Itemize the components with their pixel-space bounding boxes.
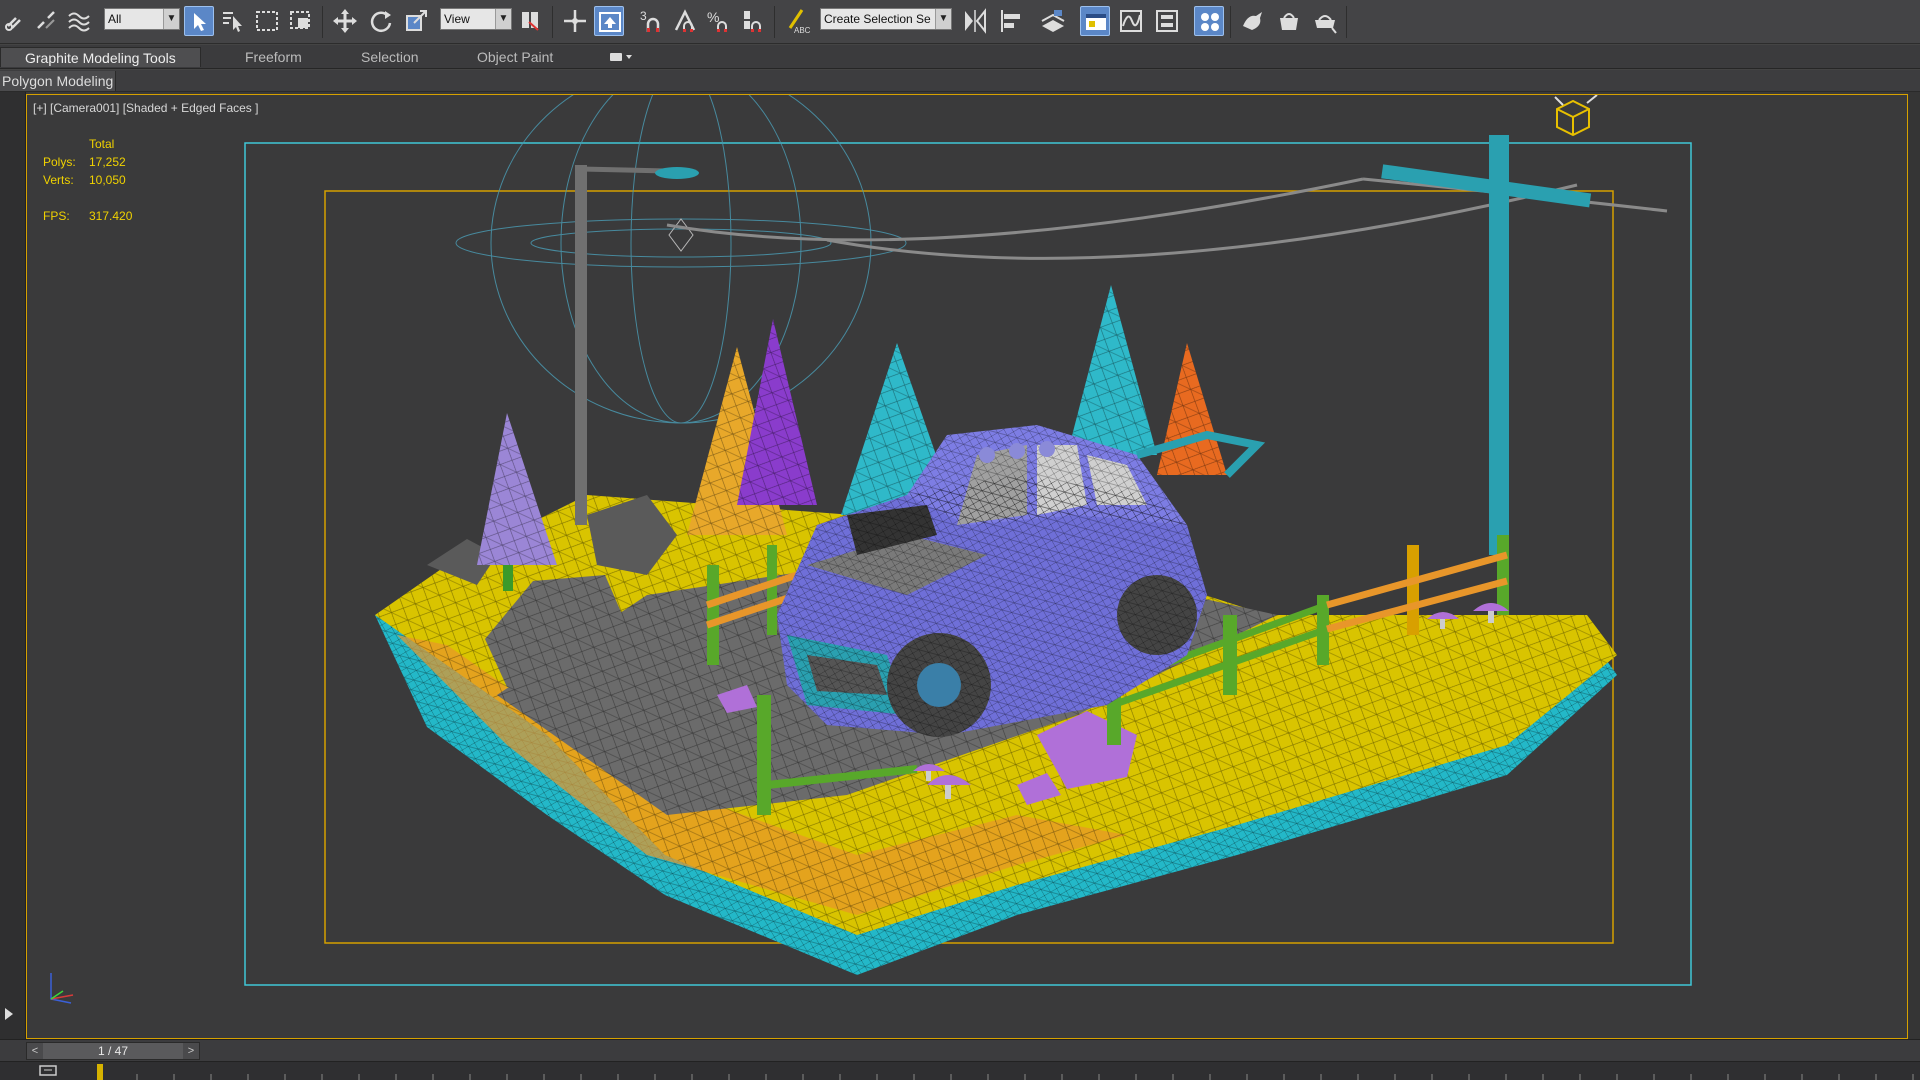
mirror-icon[interactable]: [960, 6, 990, 36]
reference-coord-dropdown[interactable]: View ▼: [440, 8, 512, 30]
time-slider-prev-button[interactable]: <: [27, 1043, 43, 1059]
time-slider[interactable]: < 1 / 47 >: [26, 1042, 200, 1060]
toolbar-separator: [552, 6, 553, 38]
align-icon[interactable]: [996, 6, 1026, 36]
material-editor-icon[interactable]: [1194, 6, 1224, 36]
ribbon-options-icon[interactable]: [608, 50, 634, 64]
select-object-icon[interactable]: [184, 6, 214, 36]
keyboard-shortcut-icon[interactable]: [594, 6, 624, 36]
stats-fps: FPS: 317.420: [43, 209, 133, 223]
tab-selection[interactable]: Selection: [361, 47, 419, 67]
stats-polys: Polys: 17,252: [43, 155, 126, 169]
tab-polygon-modeling[interactable]: Polygon Modeling: [0, 71, 117, 91]
light-helper[interactable]: [455, 95, 907, 424]
rectangular-selection-icon[interactable]: [252, 6, 282, 36]
viewport-label[interactable]: [+] [Camera001] [Shaded + Edged Faces ]: [33, 101, 258, 115]
chevron-down-icon: ▼: [495, 9, 511, 29]
percent-snap-icon[interactable]: %: [704, 6, 734, 36]
chevron-down-icon: ▼: [935, 9, 951, 29]
time-slider-next-button[interactable]: >: [183, 1043, 199, 1059]
toolbar-separator: [322, 6, 323, 38]
ribbon-subpanel: Polygon Modeling: [0, 70, 1920, 92]
tab-graphite-modeling-tools[interactable]: Graphite Modeling Tools: [0, 47, 201, 67]
axis-tripod-icon: [50, 973, 74, 1004]
utility-pole[interactable]: [1381, 135, 1592, 555]
tab-object-paint[interactable]: Object Paint: [477, 47, 553, 67]
svg-text:ABC: ABC: [794, 26, 811, 35]
timeline-ruler[interactable]: [0, 1061, 1920, 1080]
tab-freeform[interactable]: Freeform: [245, 47, 302, 67]
toolbar-separator: [1346, 6, 1347, 38]
toolbar-separator: [1230, 6, 1231, 38]
render-production-icon[interactable]: [1310, 6, 1340, 36]
curve-editor-icon[interactable]: [1116, 6, 1146, 36]
selection-filter-dropdown[interactable]: All ▼: [104, 8, 180, 30]
camera-viewport[interactable]: [+] [Camera001] [Shaded + Edged Faces ] …: [26, 94, 1908, 1039]
svg-text:%: %: [707, 9, 719, 25]
timeline: < 1 / 47 >: [0, 1039, 1920, 1080]
move-icon[interactable]: [330, 6, 360, 36]
angle-snap-icon[interactable]: [670, 6, 700, 36]
pivot-center-icon[interactable]: [516, 6, 546, 36]
select-manipulate-icon[interactable]: [560, 6, 590, 36]
edit-named-selection-icon[interactable]: ABC: [782, 6, 812, 36]
main-toolbar: All ▼ View ▼ 3 % ABC Create Selection Se…: [0, 0, 1920, 44]
playhead[interactable]: [97, 1064, 103, 1080]
layer-manager-icon[interactable]: [1038, 6, 1068, 36]
rendered-frame-window-icon[interactable]: [1274, 6, 1304, 36]
viewport-statistics: Total Polys: 17,252 Verts: 10,050 FPS: 317.…: [43, 135, 132, 225]
ribbon-tabs: Graphite Modeling Tools Freeform Selecti…: [0, 45, 1920, 69]
time-slider-frame: 1 / 47: [97, 1044, 129, 1058]
viewport-area: [+] [Camera001] [Shaded + Edged Faces ] …: [0, 92, 1920, 1039]
scene-explorer-icon[interactable]: [1080, 6, 1110, 36]
spinner-snap-icon[interactable]: [738, 6, 768, 36]
view-cube-icon[interactable]: [1554, 95, 1598, 137]
rotate-icon[interactable]: [366, 6, 396, 36]
viewport-left-strip: [0, 92, 26, 1039]
chevron-down-icon: ▼: [163, 9, 179, 29]
schematic-view-icon[interactable]: [1152, 6, 1182, 36]
expand-arrow-icon[interactable]: [2, 1006, 16, 1022]
bind-spacewarp-icon[interactable]: [64, 6, 94, 36]
scale-icon[interactable]: [402, 6, 432, 36]
window-crossing-icon[interactable]: [286, 6, 316, 36]
render-setup-icon[interactable]: [1238, 6, 1268, 36]
snap-toggle-icon[interactable]: 3: [636, 6, 666, 36]
unlink-icon[interactable]: [32, 6, 62, 36]
named-selection-dropdown[interactable]: Create Selection Se ▼: [820, 8, 952, 30]
stats-header: Total: [89, 137, 115, 151]
toolbar-separator: [774, 6, 775, 38]
link-icon[interactable]: [2, 6, 32, 36]
svg-text:3: 3: [640, 9, 647, 23]
key-filter-icon[interactable]: [38, 1062, 58, 1078]
select-by-name-icon[interactable]: [218, 6, 248, 36]
stats-verts: Verts: 10,050: [43, 173, 126, 187]
scene-canvas[interactable]: [27, 95, 1908, 1039]
viewport-right-strip: [1908, 92, 1920, 1039]
